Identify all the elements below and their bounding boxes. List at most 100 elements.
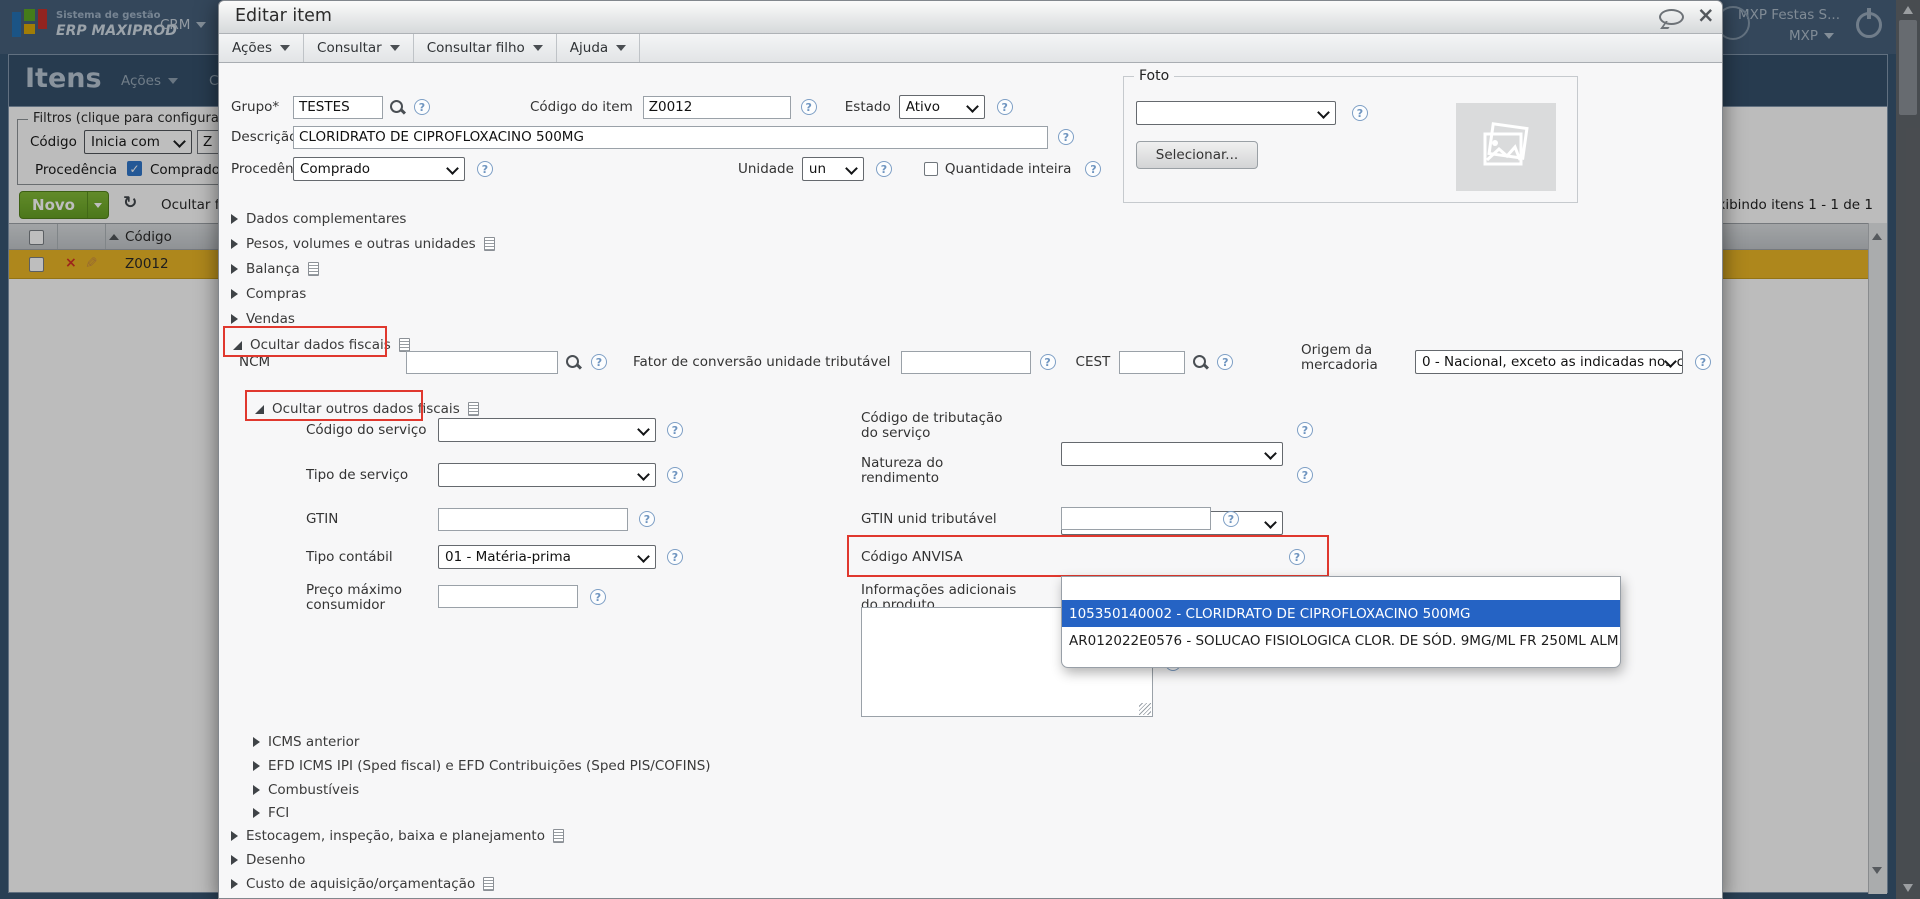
help-icon[interactable]: ? — [1297, 467, 1313, 483]
tipo-servico-select[interactable] — [438, 463, 656, 487]
preco-maximo-input[interactable] — [438, 585, 578, 608]
origem-mercadoria-select[interactable]: 0 - Nacional, exceto as indicadas nos c — [1415, 350, 1683, 374]
help-icon[interactable]: ? — [1058, 129, 1074, 145]
procedencia-select[interactable]: Comprado — [293, 157, 465, 181]
help-icon[interactable]: ? — [1085, 161, 1102, 177]
note-icon[interactable] — [483, 237, 495, 251]
gtin-unid-input[interactable] — [1061, 507, 1211, 530]
help-icon[interactable]: ? — [1223, 511, 1239, 527]
resize-grip-icon[interactable] — [1139, 703, 1151, 715]
grupo-input[interactable]: TESTES — [293, 95, 383, 119]
section-desenho[interactable]: Desenho — [231, 850, 305, 870]
codigo-anvisa-dropdown: 105350140002 - CLORIDRATO DE CIPROFLOXAC… — [1061, 576, 1621, 668]
dialog-title-bar[interactable]: Editar item × — [219, 1, 1722, 34]
section-label: Estocagem, inspeção, baixa e planejament… — [246, 828, 545, 844]
help-icon[interactable]: ? — [875, 161, 892, 177]
collapsed-arrow-icon — [231, 314, 238, 324]
search-icon[interactable] — [1192, 354, 1209, 371]
collapsed-arrow-icon — [253, 761, 260, 771]
note-icon[interactable] — [483, 877, 495, 891]
section-label: Desenho — [246, 852, 306, 868]
codigo-servico-select[interactable] — [438, 418, 656, 442]
chevron-down-icon — [280, 45, 291, 51]
dialog-menu-bar: Ações Consultar Consultar filho Ajuda — [219, 34, 1722, 63]
help-icon[interactable]: ? — [414, 99, 430, 115]
help-icon[interactable]: ? — [1039, 354, 1056, 370]
tipo-contabil-select[interactable]: 01 - Matéria-prima — [438, 545, 656, 569]
section-icms-anterior[interactable]: ICMS anterior — [253, 732, 359, 752]
foto-select[interactable] — [1136, 101, 1336, 125]
fator-conversao-input[interactable] — [900, 350, 1031, 374]
section-fci[interactable]: FCI — [253, 803, 289, 823]
help-icon[interactable]: ? — [591, 354, 607, 370]
grupo-label: Grupo* — [231, 99, 280, 115]
dropdown-option[interactable]: AR012022E0576 - SOLUCAO FISIOLOGICA CLOR… — [1062, 627, 1620, 654]
quantidade-inteira-checkbox[interactable] — [923, 162, 938, 176]
gtin-label: GTIN — [306, 511, 339, 527]
section-custo-aquisicao[interactable]: Custo de aquisição/orçamentação — [231, 874, 495, 894]
foto-groupbox: Foto ? Selecionar... — [1123, 68, 1578, 203]
cest-label: CEST — [1075, 354, 1111, 370]
help-icon[interactable]: ? — [1695, 354, 1711, 370]
section-balanca[interactable]: Balança — [231, 259, 319, 279]
info-label-line1: Informações adicionais — [861, 582, 1017, 598]
origem-value: 0 - Nacional, exceto as indicadas nos c — [1422, 354, 1683, 370]
section-ocultar-outros-dados-fiscais[interactable]: Ocultar outros dados fiscais — [255, 399, 479, 419]
section-efd[interactable]: EFD ICMS IPI (Sped fiscal) e EFD Contrib… — [253, 756, 711, 776]
codigo-anvisa-label: Código ANVISA — [861, 549, 963, 565]
dropdown-option-empty[interactable] — [1062, 579, 1620, 600]
menu-consultar-filho-label: Consultar filho — [426, 40, 525, 56]
section-pesos-volumes[interactable]: Pesos, volumes e outras unidades — [231, 234, 495, 254]
help-icon[interactable]: ? — [639, 511, 655, 527]
section-dados-complementares[interactable]: Dados complementares — [231, 209, 406, 229]
help-icon[interactable]: ? — [1289, 549, 1305, 565]
section-combustiveis[interactable]: Combustíveis — [253, 780, 359, 800]
estado-select[interactable]: Ativo — [898, 95, 985, 119]
tipo-contabil-value: 01 - Matéria-prima — [445, 549, 571, 565]
menu-acoes-label: Ações — [232, 40, 273, 56]
close-icon[interactable]: × — [1697, 3, 1715, 27]
section-label: EFD ICMS IPI (Sped fiscal) e EFD Contrib… — [268, 758, 711, 774]
help-icon[interactable]: ? — [1217, 354, 1234, 370]
comment-icon[interactable] — [1659, 9, 1684, 25]
menu-acoes[interactable]: Ações — [219, 34, 305, 62]
help-icon[interactable]: ? — [590, 589, 606, 605]
codigo-item-input[interactable]: Z0012 — [642, 95, 791, 119]
help-icon[interactable]: ? — [667, 549, 683, 565]
descricao-input[interactable]: CLORIDRATO DE CIPROFLOXACINO 500MG — [293, 125, 1048, 149]
foto-placeholder — [1456, 103, 1556, 191]
unidade-select[interactable]: un — [801, 157, 864, 181]
search-icon[interactable] — [565, 354, 582, 371]
help-icon[interactable]: ? — [1297, 422, 1313, 438]
help-icon[interactable]: ? — [477, 161, 493, 177]
menu-ajuda[interactable]: Ajuda — [557, 34, 641, 62]
natureza-label-line2: rendimento — [861, 470, 940, 486]
help-icon[interactable]: ? — [667, 467, 683, 483]
menu-consultar-filho[interactable]: Consultar filho — [414, 34, 557, 62]
help-icon[interactable]: ? — [996, 99, 1013, 115]
note-icon[interactable] — [307, 262, 319, 276]
help-icon[interactable]: ? — [667, 422, 683, 438]
codigo-tributacao-select[interactable] — [1061, 442, 1283, 466]
section-label: ICMS anterior — [268, 734, 360, 750]
help-icon[interactable]: ? — [800, 99, 817, 115]
origem-mercadoria-label: Origem da mercadoria — [1301, 343, 1378, 373]
collapsed-arrow-icon — [231, 879, 238, 889]
selecionar-button[interactable]: Selecionar... — [1136, 141, 1258, 169]
collapsed-arrow-icon — [253, 737, 260, 747]
search-icon[interactable] — [389, 99, 406, 116]
section-estocagem[interactable]: Estocagem, inspeção, baixa e planejament… — [231, 826, 564, 846]
note-icon[interactable] — [467, 402, 479, 416]
codigo-item-value: Z0012 — [648, 99, 693, 115]
help-icon[interactable]: ? — [1352, 105, 1368, 121]
note-icon[interactable] — [552, 829, 564, 843]
menu-consultar[interactable]: Consultar — [304, 34, 414, 62]
procedencia-value: Comprado — [300, 161, 371, 177]
gtin-input[interactable] — [438, 507, 628, 531]
section-compras[interactable]: Compras — [231, 284, 306, 304]
section-vendas[interactable]: Vendas — [231, 309, 295, 329]
ncm-input[interactable] — [406, 350, 558, 374]
dropdown-option-selected[interactable]: 105350140002 - CLORIDRATO DE CIPROFLOXAC… — [1062, 600, 1620, 627]
section-label: Balança — [246, 261, 300, 277]
cest-input[interactable] — [1119, 350, 1186, 374]
